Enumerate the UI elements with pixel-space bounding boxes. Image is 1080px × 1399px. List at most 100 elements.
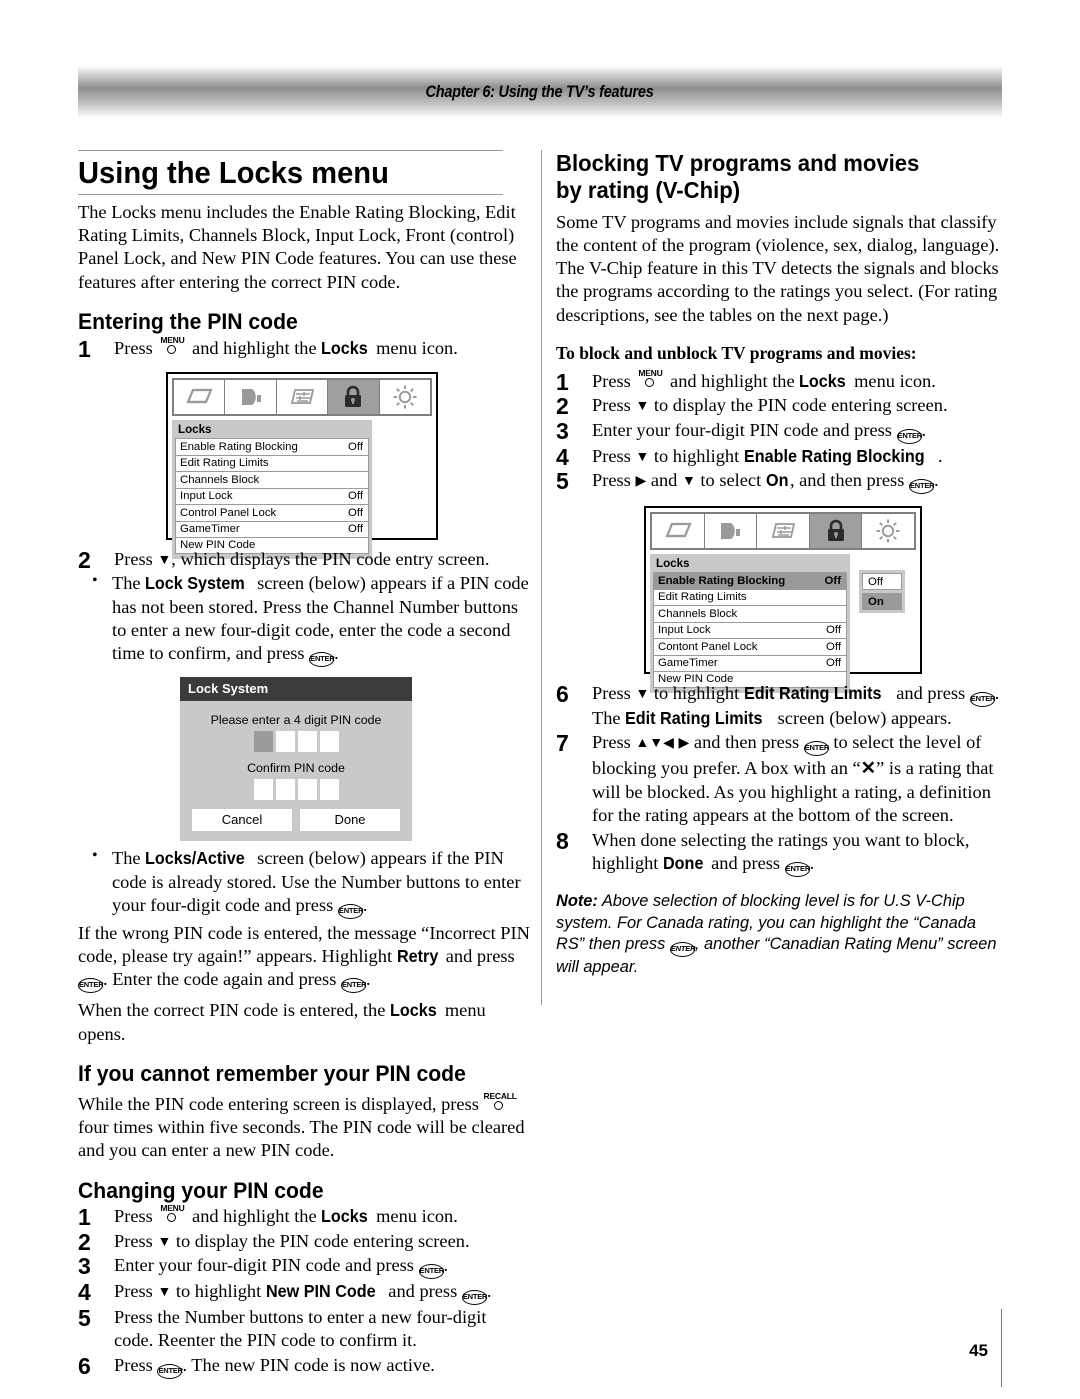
row-label: Channels Block <box>658 607 738 620</box>
setup-icon[interactable] <box>862 514 914 549</box>
step-text: Press the Number buttons to enter a new … <box>114 1307 487 1351</box>
step-text: menu icon. <box>371 337 458 358</box>
menu-row-input-lock[interactable]: Input Lock Off <box>175 487 369 505</box>
correct-pin-paragraph: When the correct PIN code is entered, th… <box>78 999 530 1046</box>
locks-bold: Locks <box>321 1206 369 1227</box>
edit-rating-limits-bold: Edit Rating Limits <box>743 683 882 704</box>
row-label: Control Panel Lock <box>180 506 277 519</box>
step-text: Press <box>592 732 636 753</box>
setup-icon[interactable] <box>379 380 431 415</box>
step-text: Press <box>114 1230 158 1251</box>
pin-digit-box[interactable] <box>253 731 273 753</box>
step-text: Press <box>592 395 636 416</box>
pin-digit-box[interactable] <box>297 779 317 801</box>
step-text: and highlight the <box>187 1206 322 1227</box>
menu-row-edit-rating-limits[interactable]: Edit Rating Limits <box>175 454 369 472</box>
enter-key-icon: ENTER <box>461 1290 487 1306</box>
audio-icon[interactable] <box>704 514 758 549</box>
locks-active-bold: Locks/Active <box>145 848 245 869</box>
settings-icon[interactable] <box>276 380 329 415</box>
page-number: 45 <box>969 1341 988 1360</box>
list-item: • The Lock System screen (below) appears… <box>78 572 530 668</box>
forgot-pin-paragraph: While the PIN code entering screen is di… <box>78 1091 530 1163</box>
step-text: . <box>443 1255 449 1276</box>
menu-row-input-lock[interactable]: Input Lock Off <box>653 621 847 639</box>
step-item: 7 Press ▲▼◀ ▶ and then press ENTER to se… <box>556 730 1008 827</box>
lock-icon[interactable] <box>328 380 380 415</box>
settings-icon[interactable] <box>757 514 810 549</box>
audio-icon[interactable] <box>225 380 277 415</box>
row-label: Edit Rating Limits <box>180 457 269 470</box>
heading-forgot-pin: If you cannot remember your PIN code <box>78 1061 466 1087</box>
row-label: Edit Rating Limits <box>658 591 747 604</box>
step-text: Press <box>114 549 158 570</box>
menu-row-channels-block[interactable]: Channels Block <box>175 471 369 488</box>
row-label: Enable Rating Blocking <box>658 574 786 587</box>
pin-entry-boxes[interactable] <box>190 731 402 753</box>
picture-icon[interactable] <box>174 380 226 415</box>
row-label: Channels Block <box>180 473 260 486</box>
new-pin-code-bold: New PIN Code <box>265 1281 376 1302</box>
bullet-text: . <box>334 643 339 664</box>
enter-key-icon: ENTER <box>969 692 995 708</box>
row-value: Off <box>826 640 841 653</box>
title-line-2: by rating (V-Chip) <box>556 177 741 204</box>
lock-icon[interactable] <box>809 514 863 549</box>
picture-icon[interactable] <box>652 514 705 549</box>
block-unblock-steps-6-8: 6 Press ▼ to highlight Edit Rating Limit… <box>556 681 1008 877</box>
done-button[interactable]: Done <box>300 809 400 832</box>
lock-system-bold: Lock System <box>145 573 245 594</box>
menu-row-enable-rating-blocking[interactable]: Enable Rating Blocking Off <box>653 572 847 589</box>
menu-key-circle <box>167 1213 177 1223</box>
step-item: 4 Press ▼ to highlight Enable Rating Blo… <box>556 444 1008 470</box>
step-text: . <box>933 470 939 491</box>
menu-row-gametimer[interactable]: GameTimer Off <box>653 654 847 672</box>
tv-screen-frame: Locks Enable Rating Blocking Off Edit Ra… <box>644 506 922 693</box>
row-label: GameTimer <box>658 657 718 670</box>
enable-rating-blocking-bold: Enable Rating Blocking <box>743 445 925 466</box>
locks-menu-screenshot-1: Locks Enable Rating Blocking Off Edit Ra… <box>166 372 530 559</box>
locks-menu-panel: Locks Enable Rating Blocking Off Edit Ra… <box>650 554 850 693</box>
pin-digit-box[interactable] <box>319 779 339 801</box>
step-text: Enter your four-digit PIN code and press <box>592 419 897 440</box>
step-number: 6 <box>78 1352 91 1379</box>
arrow-down-icon: ▼ <box>157 1234 172 1250</box>
title-line-1: Blocking TV programs and movies <box>556 150 920 176</box>
menu-row-enable-rating-blocking[interactable]: Enable Rating Blocking Off <box>175 438 369 455</box>
on-off-dropdown[interactable]: Off On <box>859 570 905 614</box>
dropdown-option-on[interactable]: On <box>862 593 902 611</box>
cancel-button[interactable]: Cancel <box>192 809 292 832</box>
confirm-pin-boxes[interactable] <box>190 779 402 801</box>
pin-digit-box[interactable] <box>297 731 317 753</box>
bullet-text: . <box>362 894 368 915</box>
step-item: 6 Press ▼ to highlight Edit Rating Limit… <box>556 681 1008 730</box>
changing-pin-steps: 1 Press MENU and highlight the Locks men… <box>78 1203 530 1379</box>
step-number: 6 <box>556 681 569 708</box>
step-number: 7 <box>556 730 569 757</box>
arrow-down-icon: ▼ <box>681 474 696 490</box>
menu-row-edit-rating-limits[interactable]: Edit Rating Limits <box>653 588 847 606</box>
arrow-down-icon: ▼ <box>635 687 650 703</box>
enter-key-icon: ENTER <box>908 479 935 495</box>
left-column: Using the Locks menu The Locks menu incl… <box>78 150 530 1380</box>
menu-row-control-panel-lock[interactable]: Control Panel Lock Off <box>175 504 369 521</box>
enter-key-icon: ENTER <box>337 903 364 919</box>
step-number: 5 <box>78 1305 91 1332</box>
step-number: 4 <box>78 1279 91 1306</box>
menu-row-channels-block[interactable]: Channels Block <box>653 605 847 622</box>
pin-digit-box[interactable] <box>275 731 295 753</box>
pin-digit-box[interactable] <box>275 779 295 801</box>
step-text: , and then press <box>789 470 909 491</box>
menu-key-circle <box>167 344 177 354</box>
menu-row-content-panel-lock[interactable]: Contont Panel Lock Off <box>653 638 847 655</box>
right-column: Blocking TV programs and movies by ratin… <box>556 150 1008 979</box>
pin-digit-box[interactable] <box>319 731 339 753</box>
step-text: . The new PIN code is now active. <box>182 1354 435 1375</box>
step-item: 3 Enter your four-digit PIN code and pre… <box>78 1253 530 1280</box>
pin-digit-box[interactable] <box>253 779 273 801</box>
menu-row-gametimer[interactable]: GameTimer Off <box>175 520 369 538</box>
lock-system-bullet-list: • The Lock System screen (below) appears… <box>78 572 530 668</box>
dropdown-option-off[interactable]: Off <box>862 573 902 591</box>
recall-key-icon: RECALL <box>484 1091 517 1113</box>
entering-pin-steps-cont: 2 Press ▼, which displays the PIN code e… <box>78 547 530 573</box>
